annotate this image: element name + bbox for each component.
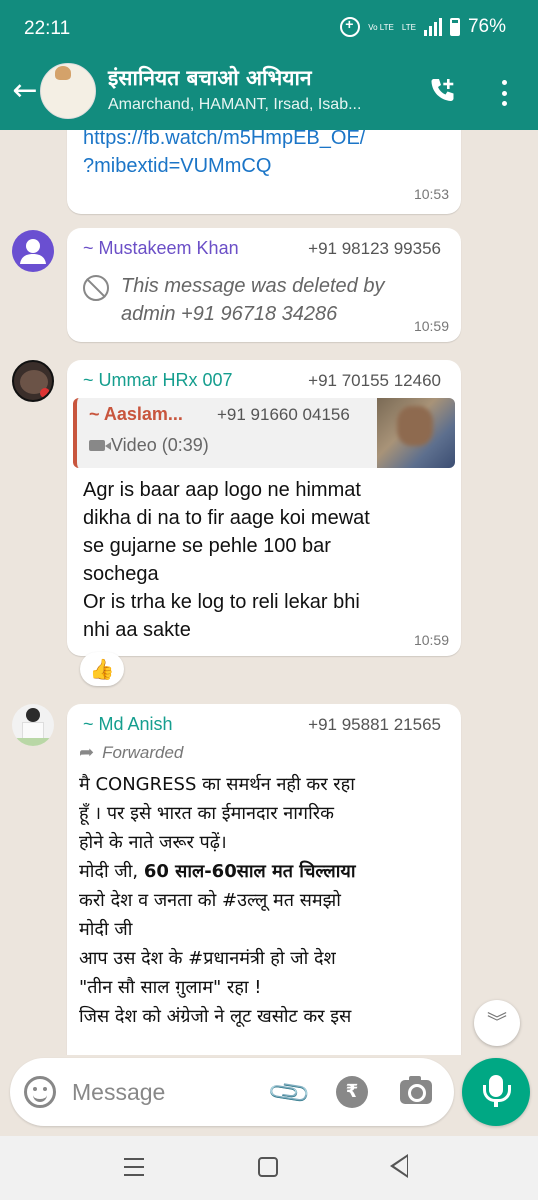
more-options-icon[interactable]	[494, 78, 514, 108]
paperclip-icon[interactable]: 📎	[265, 1069, 313, 1117]
reaction-thumbs-up[interactable]: 👍	[80, 652, 124, 686]
network-type-label: Vo LTE	[368, 23, 394, 32]
message-line: जिस देश को अंग्रेजो ने लूट खसोट कर इस	[79, 1006, 352, 1027]
message-time: 10:59	[413, 632, 449, 648]
avatar-ummar[interactable]	[12, 360, 54, 402]
sender-phone: +91 95881 21565	[308, 715, 441, 734]
message-line: se gujarne se pehle 100 bar	[83, 535, 331, 557]
quoted-phone: +91 91660 04156	[217, 405, 350, 424]
rupee-icon[interactable]: ₹	[336, 1076, 368, 1108]
battery-icon	[449, 18, 460, 36]
back-arrow-icon[interactable]: ←	[8, 74, 42, 108]
message-line: होने के नाते जरूर पढ़ें।	[79, 832, 227, 853]
message-line: मोदी जी, 60 साल-60साल मत चिल्लाया	[79, 857, 451, 886]
message-time: 10:59	[413, 318, 449, 334]
default-avatar-icon	[20, 239, 46, 264]
forward-arrow-icon: ➦	[79, 742, 95, 762]
mic-icon	[483, 1075, 511, 1102]
double-chevron-down-icon: ︾	[487, 1010, 507, 1034]
message-line: Or is trha ke log to reli lekar bhi	[83, 591, 360, 613]
nav-back-icon[interactable]	[390, 1154, 408, 1178]
group-title[interactable]: इंसानियत बचाओ अभियान	[108, 64, 312, 92]
status-bar: 22:11 Vo LTE LTE 76%	[0, 0, 538, 58]
message-link[interactable]: https://fb.watch/m5HmpEB_OE/ ?mibextid=V…	[83, 130, 365, 180]
sender-name[interactable]: ~ Mustakeem Khan	[83, 238, 239, 259]
status-time: 22:11	[24, 18, 71, 39]
status-icons: Vo LTE LTE 76%	[340, 16, 506, 38]
message-line: मै CONGRESS का समर्थन नही कर रहा	[79, 774, 355, 795]
avatar-anish[interactable]	[12, 704, 54, 746]
emoji-icon[interactable]	[24, 1076, 56, 1108]
forwarded-text: Forwarded	[102, 742, 184, 762]
message-text: Agr is baar aap logo ne himmat dikha di …	[83, 476, 443, 644]
message-line-bold: 60 साल-60साल मत चिल्लाया	[143, 861, 356, 882]
message-line: मोदी जी	[79, 919, 133, 940]
lte-label: LTE	[401, 22, 416, 32]
message-line: dikha di na to fir aage koi mewat	[83, 507, 370, 529]
message-list[interactable]: https://fb.watch/m5HmpEB_OE/ ?mibextid=V…	[0, 130, 538, 1055]
forwarded-label: ➦ Forwarded	[79, 742, 183, 763]
message-input[interactable]	[72, 1074, 262, 1110]
avatar-figure	[55, 66, 71, 80]
message-line: करो देश व जनता को #उल्लू मत समझो	[79, 890, 341, 911]
message-bubble-forwarded[interactable]: ~ Md Anish +91 95881 21565 ➦ Forwarded म…	[67, 704, 461, 1055]
message-bubble-link[interactable]: https://fb.watch/m5HmpEB_OE/ ?mibextid=V…	[67, 130, 461, 214]
link-line-2[interactable]: ?mibextid=VUMmCQ	[83, 155, 271, 177]
group-participants[interactable]: Amarchand, HAMANT, Irsad, Isab...	[108, 96, 361, 114]
message-bubble-reply[interactable]: ~ Ummar HRx 007 +91 70155 12460 ~ Aaslam…	[67, 360, 461, 656]
link-line-1[interactable]: https://fb.watch/m5HmpEB_OE/	[83, 130, 365, 149]
message-line: आप उस देश के #प्रधानमंत्री हो जो देश	[79, 948, 336, 969]
message-line: हूँ । पर इसे भारत का ईमानदार नागरिक	[79, 803, 334, 824]
video-icon	[89, 440, 111, 451]
video-thumbnail[interactable]	[377, 398, 455, 468]
sender-phone: +91 70155 12460	[308, 371, 441, 390]
avatar-mustakeem[interactable]	[12, 230, 54, 272]
recent-apps-icon[interactable]	[124, 1158, 144, 1176]
quoted-media-label: Video (0:39)	[111, 435, 209, 455]
signal-icon	[423, 18, 442, 36]
add-call-icon[interactable]	[428, 76, 458, 106]
sender-name[interactable]: ~ Ummar HRx 007	[83, 370, 233, 391]
home-icon[interactable]	[258, 1157, 278, 1177]
deleted-message-text: This message was deleted by admin +91 96…	[121, 275, 385, 325]
battery-percent: 76%	[467, 16, 506, 37]
sender-name[interactable]: ~ Md Anish	[83, 714, 173, 735]
camera-icon[interactable]	[400, 1076, 432, 1104]
quoted-media: Video (0:39)	[89, 435, 209, 456]
chat-header: ← इंसानियत बचाओ अभियान Amarchand, HAMANT…	[0, 58, 538, 130]
message-composer: 📎 ₹	[10, 1058, 454, 1126]
voice-record-button[interactable]	[462, 1058, 530, 1126]
message-line: sochega	[83, 563, 159, 585]
message-time: 10:53	[413, 186, 449, 202]
sender-phone: +91 98123 99356	[308, 239, 441, 258]
quoted-message[interactable]: ~ Aaslam... +91 91660 04156 Video (0:39)	[73, 398, 455, 468]
message-text: मै CONGRESS का समर्थन नही कर रहा हूँ । प…	[79, 770, 451, 1031]
message-bubble-deleted[interactable]: ~ Mustakeem Khan +91 98123 99356 This me…	[67, 228, 461, 342]
message-line: nhi aa sakte	[83, 619, 191, 641]
scroll-to-bottom-button[interactable]: ︾	[474, 1000, 520, 1046]
volte-label: Vo LTE	[368, 22, 394, 32]
message-line-plain: मोदी जी,	[79, 861, 144, 882]
hotspot-icon	[340, 16, 361, 37]
message-line: Agr is baar aap logo ne himmat	[83, 479, 361, 501]
message-line: "तीन सौ साल ग़ुलाम" रहा !	[79, 977, 262, 998]
blocked-icon	[83, 275, 109, 301]
system-nav-bar	[0, 1136, 538, 1200]
group-avatar[interactable]	[40, 63, 96, 119]
quoted-sender: ~ Aaslam...	[89, 404, 183, 424]
